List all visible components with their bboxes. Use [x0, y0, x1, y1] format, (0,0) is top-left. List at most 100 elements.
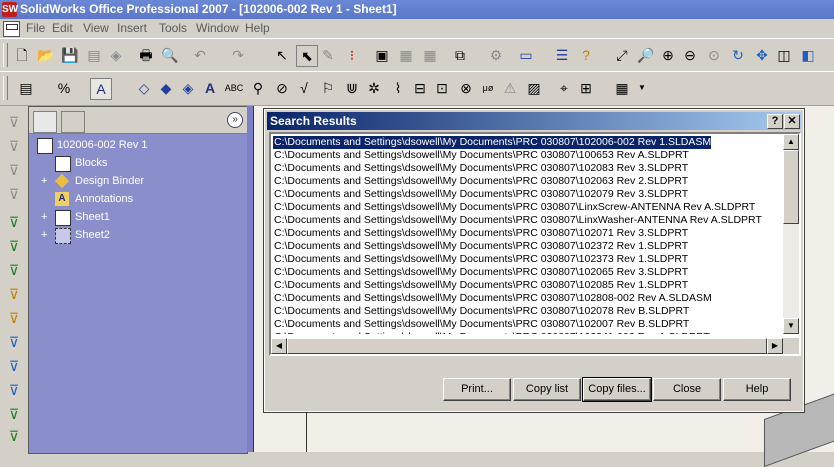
chevron-down-icon[interactable]: ▼ [632, 78, 652, 98]
result-row[interactable]: C:\Documents and Settings\dsowell\My Doc… [273, 318, 689, 331]
scroll-right-button[interactable]: ▶ [767, 338, 783, 354]
open-icon[interactable]: 📂 [36, 45, 56, 65]
model-items-icon[interactable]: ◆ [156, 78, 176, 98]
redo-icon[interactable]: ↷ [228, 45, 248, 65]
zoom-selection-icon[interactable]: ⊙ [704, 45, 724, 65]
scroll-left-button[interactable]: ◀ [271, 338, 287, 354]
help-button[interactable]: Help [723, 378, 791, 401]
print-button[interactable]: Print... [443, 378, 511, 401]
tree-item-annotations[interactable]: A Annotations [55, 192, 133, 206]
horizontal-scroll-thumb[interactable] [287, 338, 767, 354]
zoom-in-icon[interactable]: ⊕ [658, 45, 678, 65]
traffic-light-icon[interactable]: ⁝ [342, 45, 362, 65]
print-preview-icon[interactable]: ▤ [84, 45, 104, 65]
close-button[interactable]: Close [653, 378, 721, 401]
filter-welds-icon[interactable]: ⊽ [4, 356, 24, 376]
tree-item-blocks[interactable]: Blocks [55, 156, 107, 172]
menu-help[interactable]: Help [245, 21, 270, 35]
zoom-out-icon[interactable]: ⊖ [680, 45, 700, 65]
filter-vertices-icon[interactable]: ⊽ [4, 212, 24, 232]
document-menu-icon[interactable] [3, 21, 20, 37]
toolbar-grip[interactable] [3, 43, 8, 67]
layer-icon[interactable]: ⧉ [450, 45, 470, 65]
result-row[interactable]: C:\Documents and Settings\dsowell\My Doc… [273, 240, 688, 253]
result-row[interactable]: C:\Documents and Settings\dsowell\My Doc… [273, 149, 689, 162]
properties-icon[interactable]: ☰ [552, 45, 572, 65]
vertical-scroll-thumb[interactable] [783, 150, 799, 224]
toolbar-grip[interactable] [3, 76, 8, 100]
sketch-icon[interactable]: ✎ [318, 45, 338, 65]
expand-icon[interactable]: + [41, 229, 47, 241]
copy-list-button[interactable]: Copy list [513, 378, 581, 401]
result-row[interactable]: C:\Documents and Settings\dsowell\My Doc… [273, 253, 688, 266]
preview-icon[interactable]: 🔍 [160, 45, 180, 65]
tree-item-sheet1[interactable]: Sheet1 [55, 210, 110, 226]
centerline-icon[interactable]: μø [478, 78, 498, 98]
result-row[interactable]: C:\Documents and Settings\dsowell\My Doc… [273, 162, 688, 175]
balloon-icon[interactable]: ⚲ [248, 78, 268, 98]
horizontal-scrollbar[interactable]: ◀ ▶ [271, 338, 783, 354]
font-icon[interactable]: A [90, 78, 112, 100]
smart-dimension-icon[interactable]: % [54, 78, 74, 98]
appearance-icon[interactable]: ◧ [798, 45, 818, 65]
display-icon[interactable]: ▣ [372, 45, 392, 65]
weld-icon[interactable]: ⚐ [318, 78, 338, 98]
copy-files-button[interactable]: Copy files... [582, 377, 652, 402]
result-row[interactable]: C:\Documents and Settings\dsowell\My Doc… [273, 266, 688, 279]
dialog-title-bar[interactable]: Search Results ? ✕ [267, 112, 801, 130]
zoom-area-icon[interactable]: 🔎 [636, 45, 656, 65]
zoom-fit-icon[interactable]: ⤢ [612, 45, 632, 65]
result-row[interactable]: C:\Documents and Settings\dsowell\My Doc… [273, 201, 755, 214]
select-icon[interactable]: ↖ [272, 45, 292, 65]
center-mark-icon[interactable]: ⊗ [456, 78, 476, 98]
help-icon[interactable]: ? [576, 45, 596, 65]
hole-callout-icon[interactable]: ⊟ [410, 78, 430, 98]
block-icon[interactable]: ⊡ [432, 78, 452, 98]
target-icon[interactable]: ⌖ [554, 78, 574, 98]
expand-icon[interactable]: + [41, 211, 47, 223]
result-row[interactable]: C:\Documents and Settings\dsowell\My Doc… [273, 227, 688, 240]
tree-root[interactable]: 102006-002 Rev 1 [37, 138, 148, 154]
note-icon[interactable]: A [200, 78, 220, 98]
tab-properties[interactable] [61, 111, 85, 133]
result-row[interactable]: C:\Documents and Settings\dsowell\My Doc… [273, 175, 688, 188]
scroll-up-button[interactable]: ▲ [783, 134, 799, 150]
format-icon[interactable]: ▤ [16, 78, 36, 98]
filter-centerlines-icon[interactable]: ⊽ [4, 404, 24, 424]
print-icon[interactable]: 🖶 [136, 45, 156, 65]
result-row[interactable]: C:\Documents and Settings\dsowell\My Doc… [273, 331, 710, 334]
menu-file[interactable]: File [26, 21, 45, 35]
revision-icon[interactable]: ⊞ [576, 78, 596, 98]
undo-icon[interactable]: ↶ [190, 45, 210, 65]
cosmetic-thread-icon[interactable]: ⌇ [388, 78, 408, 98]
result-row[interactable]: C:\Documents and Settings\dsowell\My Doc… [273, 214, 762, 227]
vertical-scrollbar[interactable]: ▲ ▼ [783, 134, 799, 334]
result-row[interactable]: C:\Documents and Settings\dsowell\My Doc… [273, 305, 689, 318]
filter-faces-icon[interactable]: ⊽ [4, 160, 24, 180]
scroll-down-button[interactable]: ▼ [783, 318, 799, 334]
new-icon[interactable]: 🗋 [12, 45, 32, 65]
result-row[interactable]: C:\Documents and Settings\dsowell\My Doc… [271, 135, 713, 150]
tab-feature-tree[interactable] [33, 111, 57, 133]
menu-view[interactable]: View [83, 21, 109, 35]
filter-surface-icon[interactable]: ⊽ [4, 184, 24, 204]
options-icon[interactable]: ⚙ [486, 45, 506, 65]
menu-edit[interactable]: Edit [52, 21, 73, 35]
datum-icon[interactable]: ⋓ [342, 78, 362, 98]
window-icon[interactable]: ▭ [516, 45, 536, 65]
table-icon[interactable]: ▦ [612, 78, 632, 98]
geometric-tolerance-icon[interactable]: ✲ [364, 78, 384, 98]
surface-finish-icon[interactable]: √ [294, 78, 314, 98]
save-icon[interactable]: 💾 [60, 45, 80, 65]
select-filter-icon[interactable]: ⬉ [296, 45, 318, 67]
smart-dimension2-icon[interactable]: ◇ [134, 78, 154, 98]
auto-dimension-icon[interactable]: ◈ [178, 78, 198, 98]
hatch-icon[interactable]: ▨ [524, 78, 544, 98]
filter-edges-icon[interactable]: ⊽ [4, 136, 24, 156]
spell-icon[interactable]: ABC [224, 78, 244, 98]
result-row[interactable]: C:\Documents and Settings\dsowell\My Doc… [273, 292, 712, 305]
filter-axes-icon[interactable]: ⊽ [4, 236, 24, 256]
menu-insert[interactable]: Insert [117, 21, 147, 35]
collapse-panel-icon[interactable]: » [227, 112, 243, 128]
result-row[interactable]: C:\Documents and Settings\dsowell\My Doc… [273, 279, 688, 292]
